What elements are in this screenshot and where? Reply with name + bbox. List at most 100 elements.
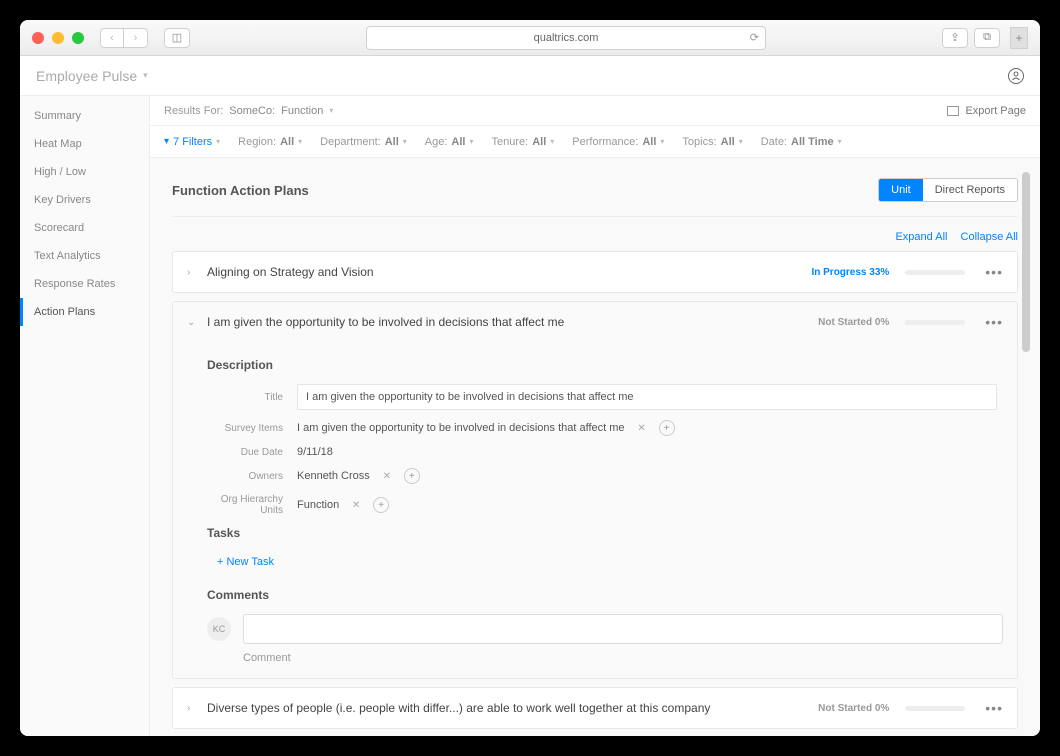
- profile-icon[interactable]: [1008, 68, 1024, 84]
- chevron-right-icon: ›: [187, 267, 197, 278]
- org-name: SomeCo:: [229, 105, 275, 117]
- comment-button[interactable]: Comment: [207, 652, 1003, 664]
- chevron-down-icon: ▾: [143, 70, 148, 81]
- scope-dropdown[interactable]: Function: [281, 105, 323, 117]
- app-header: Employee Pulse ▾: [20, 56, 1040, 96]
- title-input[interactable]: [297, 384, 997, 410]
- url-bar[interactable]: qualtrics.com ⟳: [366, 26, 766, 50]
- back-button[interactable]: ‹: [100, 28, 124, 48]
- survey-item-value: I am given the opportunity to be involve…: [297, 422, 625, 434]
- titlebar: ‹ › ◫ qualtrics.com ⟳ ⇪ ⧉ +: [20, 20, 1040, 56]
- subheader: Results For: SomeCo: Function ▾ Export P…: [150, 96, 1040, 126]
- sidebar-item-response-rates[interactable]: Response Rates: [20, 270, 149, 298]
- sidebar-toggle-button[interactable]: ◫: [164, 28, 190, 48]
- field-label: Due Date: [207, 447, 297, 458]
- plan-title: I am given the opportunity to be involve…: [207, 315, 808, 329]
- field-due-date: Due Date 9/11/18: [207, 446, 1003, 458]
- field-survey-items: Survey Items I am given the opportunity …: [207, 420, 1003, 436]
- sidebar-item-heat-map[interactable]: Heat Map: [20, 130, 149, 158]
- plan-title: Aligning on Strategy and Vision: [207, 265, 801, 279]
- sidebar-item-text-analytics[interactable]: Text Analytics: [20, 242, 149, 270]
- due-date-value[interactable]: 9/11/18: [297, 446, 333, 458]
- new-task-link[interactable]: + New Task: [207, 552, 1003, 572]
- field-owners: Owners Kenneth Cross ✕ +: [207, 468, 1003, 484]
- add-icon[interactable]: +: [373, 497, 389, 513]
- field-label: Title: [207, 392, 297, 403]
- filters-dropdown[interactable]: ▾ 7 Filters ▾: [164, 136, 220, 148]
- content-area: Function Action Plans Unit Direct Report…: [150, 158, 1040, 736]
- body-row: Summary Heat Map High / Low Key Drivers …: [20, 96, 1040, 736]
- org-unit-value: Function: [297, 499, 339, 511]
- remove-icon[interactable]: ✕: [635, 421, 649, 435]
- comment-input[interactable]: [243, 614, 1003, 644]
- toggle-direct-reports[interactable]: Direct Reports: [923, 179, 1017, 201]
- remove-icon[interactable]: ✕: [380, 469, 394, 483]
- expand-collapse-row: Expand All Collapse All: [172, 227, 1018, 251]
- sidebar-item-high-low[interactable]: High / Low: [20, 158, 149, 186]
- more-menu-icon[interactable]: •••: [985, 700, 1003, 716]
- tasks-heading: Tasks: [207, 526, 1003, 540]
- chevron-down-icon: ▾: [329, 106, 333, 115]
- progress-bar: [905, 706, 965, 711]
- close-window-button[interactable]: [32, 32, 44, 44]
- scrollbar[interactable]: [1022, 172, 1030, 729]
- panel-header: Function Action Plans Unit Direct Report…: [172, 172, 1018, 212]
- browser-window: ‹ › ◫ qualtrics.com ⟳ ⇪ ⧉ + Employee Pul…: [20, 20, 1040, 736]
- plan-header[interactable]: › Diverse types of people (i.e. people w…: [173, 688, 1017, 728]
- comments-heading: Comments: [207, 588, 1003, 602]
- sidebar-item-summary[interactable]: Summary: [20, 102, 149, 130]
- expand-all-link[interactable]: Expand All: [895, 231, 947, 243]
- url-text: qualtrics.com: [534, 32, 599, 44]
- url-wrap: qualtrics.com ⟳: [200, 26, 932, 50]
- sidebar-item-key-drivers[interactable]: Key Drivers: [20, 186, 149, 214]
- field-label: Org Hierarchy Units: [207, 494, 297, 516]
- progress-bar: [905, 270, 965, 275]
- sidebar-item-scorecard[interactable]: Scorecard: [20, 214, 149, 242]
- comment-row: KC: [207, 614, 1003, 644]
- zoom-window-button[interactable]: [72, 32, 84, 44]
- plan-body: Description Title Survey Items I am give…: [173, 342, 1017, 678]
- forward-button[interactable]: ›: [124, 28, 148, 48]
- divider: [172, 216, 1018, 217]
- owner-value: Kenneth Cross: [297, 470, 370, 482]
- tabs-icon[interactable]: ⧉: [974, 28, 1000, 48]
- add-icon[interactable]: +: [404, 468, 420, 484]
- action-plan-item: ⌄ I am given the opportunity to be invol…: [172, 301, 1018, 679]
- minimize-window-button[interactable]: [52, 32, 64, 44]
- filter-department[interactable]: Department: All▾: [320, 136, 407, 148]
- plan-title: Diverse types of people (i.e. people wit…: [207, 701, 808, 715]
- app-title-dropdown[interactable]: Employee Pulse ▾: [36, 68, 148, 84]
- share-icon[interactable]: ⇪: [942, 28, 968, 48]
- toggle-unit[interactable]: Unit: [879, 179, 923, 201]
- remove-icon[interactable]: ✕: [349, 498, 363, 512]
- collapse-all-link[interactable]: Collapse All: [961, 231, 1018, 243]
- add-icon[interactable]: +: [659, 420, 675, 436]
- filter-topics[interactable]: Topics: All▾: [682, 136, 742, 148]
- progress-bar: [905, 320, 965, 325]
- plan-status: Not Started 0%: [818, 317, 889, 328]
- window-controls: [32, 32, 84, 44]
- field-org-units: Org Hierarchy Units Function ✕ +: [207, 494, 1003, 516]
- export-page-button[interactable]: Export Page: [947, 105, 1026, 117]
- filter-date[interactable]: Date: All Time▾: [761, 136, 842, 148]
- filter-performance[interactable]: Performance: All▾: [572, 136, 664, 148]
- more-menu-icon[interactable]: •••: [985, 314, 1003, 330]
- sidebar-item-action-plans[interactable]: Action Plans: [20, 298, 149, 326]
- plan-header[interactable]: › Aligning on Strategy and Vision In Pro…: [173, 252, 1017, 292]
- plan-status: Not Started 0%: [818, 703, 889, 714]
- filter-age[interactable]: Age: All▾: [425, 136, 474, 148]
- filter-row: ▾ 7 Filters ▾ Region: All▾ Department: A…: [150, 126, 1040, 158]
- plan-header[interactable]: ⌄ I am given the opportunity to be invol…: [173, 302, 1017, 342]
- filter-tenure[interactable]: Tenure: All▾: [492, 136, 555, 148]
- filter-region[interactable]: Region: All▾: [238, 136, 302, 148]
- field-label: Owners: [207, 471, 297, 482]
- app-title-text: Employee Pulse: [36, 68, 137, 84]
- nav-arrows: ‹ ›: [100, 28, 148, 48]
- export-label: Export Page: [965, 105, 1026, 117]
- new-tab-button[interactable]: +: [1010, 27, 1028, 49]
- funnel-icon: ▾: [164, 136, 169, 147]
- sidebar: Summary Heat Map High / Low Key Drivers …: [20, 96, 150, 736]
- more-menu-icon[interactable]: •••: [985, 264, 1003, 280]
- reload-icon[interactable]: ⟳: [750, 31, 759, 44]
- toolbar-right: ⇪ ⧉ +: [942, 27, 1028, 49]
